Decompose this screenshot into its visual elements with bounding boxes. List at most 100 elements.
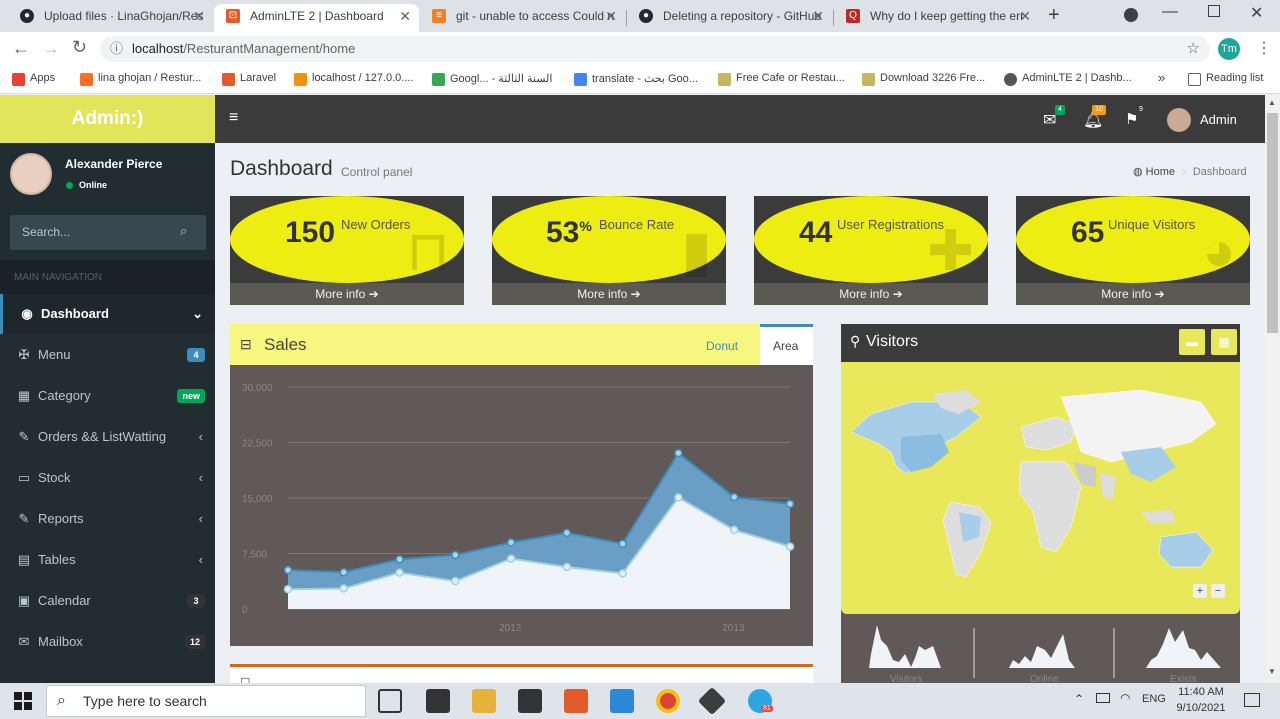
store-icon[interactable]	[518, 689, 542, 713]
sidebar-item-calendar[interactable]: ▣ Calendar 3	[0, 581, 215, 621]
close-icon[interactable]: ✕	[605, 4, 617, 28]
bookmark-free-cafe[interactable]: Free Cafe or Restau...	[718, 72, 845, 86]
minimize-button[interactable]: —	[1162, 3, 1178, 21]
tab-why-do-i[interactable]: Q Why do I keep getting the err ✕	[834, 4, 1039, 32]
scroll-thumb[interactable]	[1267, 113, 1278, 333]
windows-start-icon[interactable]	[14, 692, 32, 710]
close-icon[interactable]: ✕	[193, 4, 205, 28]
more-info-link[interactable]: More info ➔	[230, 283, 464, 305]
forward-arrow-icon[interactable]: →	[42, 38, 60, 59]
data-point-upper[interactable]	[729, 492, 739, 502]
data-point-upper[interactable]	[283, 565, 293, 575]
info-icon[interactable]: ⓘ	[110, 36, 123, 62]
bookmark-apps[interactable]: Apps	[12, 72, 55, 86]
close-icon[interactable]: ✕	[812, 4, 824, 28]
close-icon[interactable]: ✕	[1019, 4, 1031, 28]
back-arrow-icon[interactable]: ←	[12, 38, 30, 59]
tab-area[interactable]: Area	[760, 324, 813, 365]
date-range-button[interactable]: ▬	[1179, 329, 1205, 355]
data-point-lower[interactable]	[674, 493, 683, 502]
data-point-upper[interactable]	[785, 499, 795, 509]
sidebar-item-stock[interactable]: ▭ Stock ‹	[0, 458, 215, 498]
xampp-icon[interactable]	[564, 689, 588, 713]
zoom-out-button[interactable]: −	[1211, 584, 1225, 598]
tray-up-arrow-icon[interactable]: ⌃	[1074, 692, 1084, 706]
calendar-button[interactable]: ▦	[1211, 329, 1237, 355]
menu-dots-icon[interactable]: ⋮	[1256, 38, 1272, 58]
close-window-button[interactable]: ✕	[1250, 3, 1263, 23]
more-info-link[interactable]: More info ➔	[754, 283, 988, 305]
data-point-upper[interactable]	[451, 550, 460, 560]
bookmark-localhost[interactable]: localhost / 127.0.0....	[294, 72, 414, 86]
data-point-lower[interactable]	[729, 525, 739, 535]
reading-list-button[interactable]: Reading list	[1188, 72, 1263, 86]
bookmark-gitlab[interactable]: lina ghojan / Restur...	[80, 72, 201, 86]
sidebar-item-category[interactable]: ▦ Category new	[0, 376, 215, 416]
header-user-name[interactable]: Admin	[1200, 112, 1237, 127]
data-point-lower[interactable]	[395, 568, 404, 577]
scroll-up-arrow-icon[interactable]: ▲	[1268, 98, 1276, 107]
restore-button[interactable]	[1208, 5, 1220, 17]
tab-git-unable[interactable]: ≡ git - unable to access Could n ✕	[420, 4, 625, 32]
reload-icon[interactable]: ↻	[72, 37, 87, 58]
breadcrumb-home[interactable]: Home	[1146, 166, 1175, 178]
more-info-link[interactable]: More info ➔	[1016, 283, 1250, 305]
taskbar-search-box[interactable]: ⌕ Type here to search	[46, 685, 366, 717]
page-scrollbar[interactable]: ▲ ▼	[1265, 95, 1280, 683]
bookmark-adminlte[interactable]: AdminLTE 2 | Dashb...	[1004, 72, 1132, 86]
zoom-in-button[interactable]: +	[1193, 584, 1207, 598]
profile-avatar[interactable]: Tm	[1218, 38, 1240, 60]
sidebar-item-orders-listwatting[interactable]: ✎ Orders && ListWatting ‹	[0, 417, 215, 457]
sidebar-item-tables[interactable]: ▤ Tables ‹	[0, 540, 215, 580]
sidebar-item-reports[interactable]: ✎ Reports ‹	[0, 499, 215, 539]
data-point-upper[interactable]	[562, 528, 572, 538]
clock-time[interactable]: 11:40 AM	[1176, 686, 1226, 698]
battery-icon[interactable]	[1096, 693, 1110, 703]
tab-deleting-repo[interactable]: ● Deleting a repository - GitHub ✕	[627, 4, 832, 32]
sidebar-toggle-icon[interactable]: ≡	[229, 109, 238, 127]
tab-adminlte[interactable]: ⊡ AdminLTE 2 | Dashboard ✕	[214, 4, 419, 32]
data-point-upper[interactable]	[339, 568, 349, 577]
user-avatar[interactable]	[1167, 108, 1191, 132]
notifications-icon[interactable]	[1244, 693, 1260, 707]
bookmark-google-drive[interactable]: Googl... - السنة الثالثة	[432, 72, 552, 86]
data-point-lower[interactable]	[785, 542, 795, 551]
data-point-upper[interactable]	[618, 539, 627, 549]
data-point-lower[interactable]	[339, 584, 349, 593]
close-icon[interactable]: ✕	[399, 4, 411, 28]
tab-search-icon[interactable]	[1124, 8, 1138, 22]
url-field[interactable]: ⓘ localhost/ResturantManagement/home ☆	[100, 36, 1210, 62]
data-point-upper[interactable]	[674, 448, 683, 458]
bookmark-laravel[interactable]: Laravel	[222, 72, 276, 86]
data-point-lower[interactable]	[562, 562, 572, 572]
chrome-icon[interactable]	[656, 689, 680, 713]
bookmark-translate[interactable]: translate - بحث Goo...	[574, 72, 698, 86]
sidebar-item-dashboard[interactable]: ◉ Dashboard ⌄	[0, 294, 215, 334]
sidebar-item-mailbox[interactable]: ✉ Mailbox 12	[0, 622, 215, 662]
data-point-upper[interactable]	[506, 538, 516, 547]
data-point-lower[interactable]	[506, 554, 516, 563]
new-tab-button[interactable]: +	[1048, 4, 1060, 27]
search-icon[interactable]: ⌕	[180, 223, 187, 239]
vscode-icon[interactable]	[610, 689, 634, 713]
data-point-upper[interactable]	[395, 555, 404, 564]
data-point-lower[interactable]	[451, 576, 460, 586]
app-logo[interactable]: Admin:)	[0, 95, 215, 143]
file-explorer-icon[interactable]	[472, 689, 496, 713]
bookmark-download[interactable]: Download 3226 Fre...	[862, 72, 985, 86]
more-info-link[interactable]: More info ➔	[492, 283, 726, 305]
git-icon[interactable]	[697, 686, 727, 716]
language-indicator[interactable]: ENG	[1142, 693, 1166, 705]
data-point-lower[interactable]	[283, 585, 293, 594]
tab-upload-files[interactable]: ● Upload files · LinaGhojan/Res ✕	[8, 4, 213, 32]
clock-date[interactable]: 9/10/2021	[1172, 702, 1230, 714]
world-map[interactable]: + −	[841, 362, 1240, 614]
mail-app-icon[interactable]	[426, 689, 450, 713]
data-point-lower[interactable]	[618, 569, 627, 578]
tab-donut[interactable]: Donut	[706, 339, 738, 353]
more-bookmarks-button[interactable]: »	[1158, 70, 1165, 85]
scroll-down-arrow-icon[interactable]: ▼	[1268, 667, 1276, 676]
task-view-icon[interactable]	[378, 689, 402, 713]
star-icon[interactable]: ☆	[1187, 36, 1200, 62]
sidebar-search-input[interactable]: Search... ⌕	[10, 215, 206, 250]
